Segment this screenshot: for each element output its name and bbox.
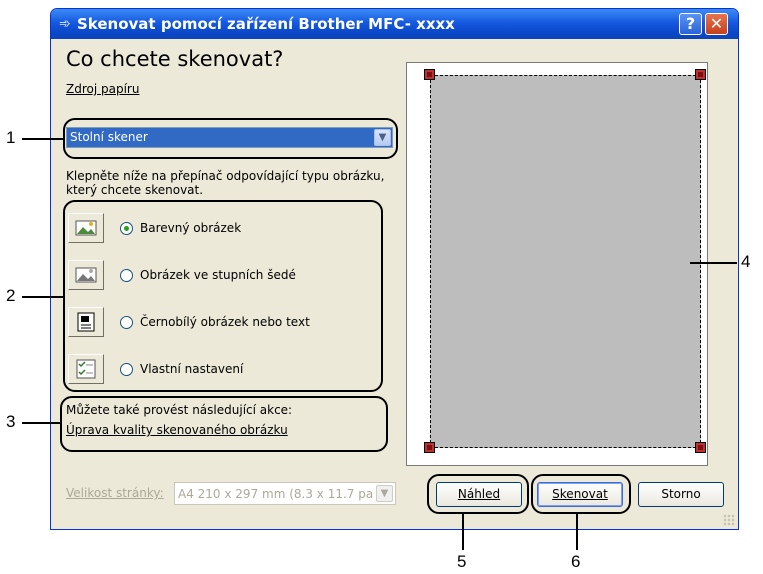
callout-box-6 [531,474,631,514]
callout-number-6: 6 [571,552,581,571]
callout-number-1: 1 [6,128,16,147]
scan-area[interactable] [430,75,701,448]
close-button[interactable]: ✕ [705,13,728,35]
resize-grip-icon[interactable] [723,514,735,526]
callout-box-5 [427,474,529,514]
window-title: Skenovat pomocí zařízení Brother MFC- xx… [77,15,455,33]
page-size-label: Velikost stránky: [66,486,164,500]
callout-number-5: 5 [457,552,467,571]
page-size-select[interactable]: A4 210 x 297 mm (8.3 x 11.7 pal ▼ [174,482,396,505]
preview-pane [406,62,708,466]
crop-handle-top-right[interactable] [695,69,706,80]
callout-number-4: 4 [741,252,751,271]
crop-handle-bottom-left[interactable] [424,442,435,453]
paper-source-label: Zdroj papíru [66,82,140,96]
callout-line-4 [690,262,737,264]
callout-box-1 [63,118,398,159]
crop-handle-top-left[interactable] [424,69,435,80]
crop-handle-bottom-right[interactable] [695,442,706,453]
chevron-down-icon[interactable]: ▼ [376,485,393,502]
page-title: Co chcete skenovat? [66,47,284,71]
page-size-value: A4 210 x 297 mm (8.3 x 11.7 pal [178,487,373,501]
callout-number-3: 3 [6,412,16,431]
scanner-icon: ➾ [59,16,71,32]
callout-line-6 [576,514,578,550]
callout-box-3 [60,396,388,452]
cancel-button[interactable]: Storno [638,482,724,507]
callout-number-2: 2 [6,286,16,305]
callout-line-5 [462,514,464,550]
title-bar[interactable]: ➾ Skenovat pomocí zařízení Brother MFC- … [51,9,738,39]
help-button[interactable]: ? [679,13,702,35]
callout-line-2 [22,296,63,298]
callout-line-1 [22,138,63,140]
callout-box-2 [63,200,383,392]
instruction-text: Klepněte níže na přepínač odpovídající t… [66,169,385,197]
callout-line-3 [22,422,60,424]
